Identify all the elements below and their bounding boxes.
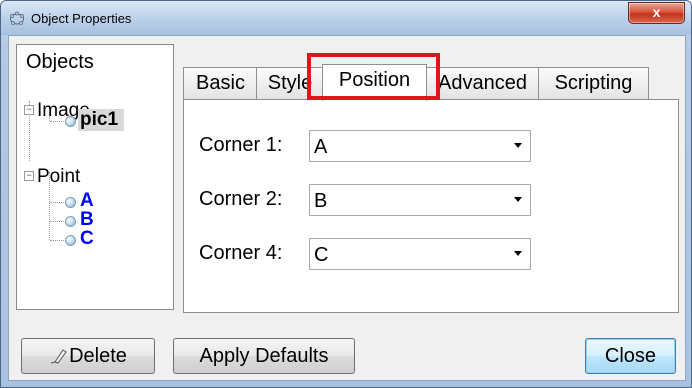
tree-item-pic1[interactable]: pic1 [78, 109, 125, 131]
chevron-down-icon [514, 197, 522, 202]
corner-2-value: B [314, 190, 328, 212]
corner-1-label: Corner 1: [199, 134, 283, 156]
bullet-icon [65, 216, 76, 227]
corner-4-dropdown[interactable]: C [309, 238, 531, 270]
delete-button-label: Delete [69, 345, 127, 367]
corner-2-dropdown[interactable]: B [309, 184, 531, 216]
window-title: Object Properties [31, 11, 132, 26]
close-icon: x [652, 4, 661, 20]
bullet-icon [65, 197, 76, 208]
tree-connector [50, 202, 64, 203]
tree-item-point-c[interactable]: C [80, 228, 94, 250]
corner-1-dropdown[interactable]: A [309, 130, 531, 162]
delete-button[interactable]: Delete [21, 338, 155, 374]
tree-root-label: Objects [26, 51, 94, 73]
highlight-annotation [307, 53, 440, 100]
close-button[interactable]: Close [585, 338, 676, 374]
corner-2-label: Corner 2: [199, 188, 283, 210]
tree-expander-image[interactable]: − [24, 105, 34, 115]
tree-expander-point[interactable]: − [24, 171, 34, 181]
tree-connector [50, 121, 64, 122]
title-bar[interactable]: Object Properties x [1, 1, 691, 35]
chevron-down-icon [514, 251, 522, 256]
corner-1-value: A [314, 136, 328, 158]
chevron-down-icon [514, 143, 522, 148]
bullet-icon [65, 116, 76, 127]
apply-defaults-button[interactable]: Apply Defaults [173, 338, 355, 374]
object-tree[interactable]: Objects − Image pic1 − Point A B C [16, 44, 174, 310]
apply-defaults-button-label: Apply Defaults [199, 345, 329, 367]
app-icon [10, 11, 24, 25]
tab-basic[interactable]: Basic [183, 67, 258, 99]
bullet-icon [65, 235, 76, 246]
window-close-button[interactable]: x [628, 2, 685, 24]
close-button-label: Close [604, 345, 657, 367]
tab-scripting[interactable]: Scripting [538, 67, 649, 99]
corner-4-label: Corner 4: [199, 242, 283, 264]
object-properties-window: Object Properties x Objects − Image pic1… [0, 0, 692, 388]
tab-advanced[interactable]: Advanced [425, 67, 540, 99]
position-tab-page: Corner 1: A Corner 2: B Corner 4: C [183, 99, 679, 313]
corner-4-value: C [314, 244, 329, 266]
tree-connector [50, 221, 64, 222]
tree-connector [50, 240, 64, 241]
tree-node-point[interactable]: Point [37, 166, 80, 188]
eraser-icon [50, 349, 67, 364]
